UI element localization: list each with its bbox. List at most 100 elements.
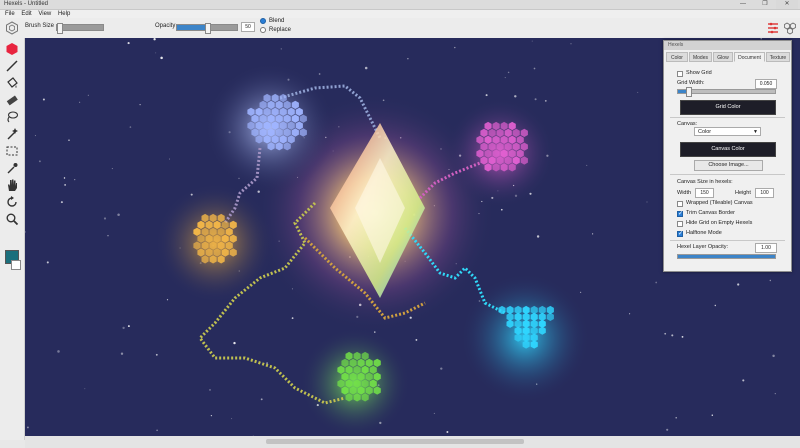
marquee-icon[interactable] xyxy=(5,144,19,158)
blend-radio[interactable] xyxy=(260,18,266,24)
trim-canvas-border-checkbox[interactable] xyxy=(677,210,683,217)
menu-file[interactable]: File xyxy=(5,10,15,18)
hide-grid-empty-checkbox[interactable] xyxy=(677,221,683,227)
star xyxy=(655,281,658,284)
title-bar: Hexels - Untitled — ❐ ✕ xyxy=(0,0,800,10)
star xyxy=(629,313,631,315)
eraser-icon[interactable] xyxy=(5,93,19,107)
star xyxy=(485,94,488,97)
line-icon[interactable] xyxy=(5,59,19,73)
lasso-icon[interactable] xyxy=(5,110,19,124)
height-field[interactable]: 100 xyxy=(755,188,774,198)
wrapped-canvas-checkbox[interactable] xyxy=(677,201,683,207)
opacity-value-field[interactable]: 50 xyxy=(241,22,255,32)
secondary-color-swatch[interactable] xyxy=(11,260,21,270)
hand-icon[interactable] xyxy=(5,178,19,192)
star xyxy=(231,418,233,420)
layer-opacity-label: Hexel Layer Opacity: xyxy=(677,244,729,250)
opacity-slider[interactable] xyxy=(176,23,238,34)
tab-modes[interactable]: Modes xyxy=(689,52,712,62)
star xyxy=(129,126,132,128)
canvas-mode-select[interactable]: Color ▼ xyxy=(694,127,761,136)
star xyxy=(57,350,60,353)
tools-sidebar xyxy=(0,38,25,440)
star xyxy=(446,431,449,433)
halftone-mode-checkbox[interactable] xyxy=(677,230,683,237)
star xyxy=(168,158,170,160)
grid-width-slider[interactable] xyxy=(677,87,776,97)
menu-edit[interactable]: Edit xyxy=(21,10,31,18)
star xyxy=(586,164,588,166)
document-panel: Hexels Color Modes Glow Document Texture… xyxy=(663,40,792,272)
star xyxy=(533,67,536,70)
maximize-button[interactable]: ❐ xyxy=(754,0,776,9)
opacity-slider-thumb[interactable] xyxy=(205,23,211,34)
panel-tabs: Color Modes Glow Document Texture xyxy=(664,52,791,62)
halftone-mode-label: Halftone Mode xyxy=(686,230,722,236)
star xyxy=(291,317,294,319)
eyedropper-icon[interactable] xyxy=(5,161,19,175)
star xyxy=(25,231,26,233)
separator xyxy=(670,174,785,175)
magic-wand-icon[interactable] xyxy=(5,127,19,141)
tab-texture[interactable]: Texture xyxy=(766,52,790,62)
layer-opacity-slider[interactable] xyxy=(677,254,776,259)
show-grid-checkbox[interactable] xyxy=(677,71,683,77)
hex-grid-icon[interactable] xyxy=(783,21,797,35)
star xyxy=(60,201,63,204)
star xyxy=(504,77,506,79)
star xyxy=(117,213,120,217)
star xyxy=(454,46,456,49)
menu-view[interactable]: View xyxy=(38,10,51,18)
opacity-label: Opacity xyxy=(155,23,176,29)
sliders-icon[interactable] xyxy=(766,21,780,35)
star xyxy=(233,341,236,345)
rotate-icon[interactable] xyxy=(5,195,19,209)
tab-document[interactable]: Document xyxy=(734,52,765,62)
star xyxy=(714,304,717,307)
canvas-color-button[interactable]: Canvas Color xyxy=(680,142,776,157)
close-button[interactable]: ✕ xyxy=(776,0,798,9)
grid-width-field[interactable]: 0.050 xyxy=(755,79,777,89)
star xyxy=(120,352,124,355)
grid-color-button[interactable]: Grid Color xyxy=(680,100,776,115)
panel-title: Hexels xyxy=(664,41,791,50)
star xyxy=(103,217,107,220)
horizontal-scrollbar-thumb[interactable] xyxy=(266,439,524,444)
brush-size-slider[interactable] xyxy=(56,23,104,34)
star xyxy=(166,299,169,301)
layer-opacity-slider-fill xyxy=(678,255,775,258)
opacity-slider-fill xyxy=(177,25,207,30)
tab-color[interactable]: Color xyxy=(666,52,688,62)
star xyxy=(507,71,510,74)
star xyxy=(646,201,648,203)
star xyxy=(772,354,775,358)
star xyxy=(664,332,667,335)
choose-image-button[interactable]: Choose Image... xyxy=(694,160,763,171)
star xyxy=(500,208,503,211)
magnifier-icon[interactable] xyxy=(5,212,19,226)
star xyxy=(34,135,36,137)
tab-glow[interactable]: Glow xyxy=(713,52,733,62)
minimize-button[interactable]: — xyxy=(732,0,754,9)
star xyxy=(570,43,572,45)
star xyxy=(681,335,684,338)
width-field[interactable]: 150 xyxy=(695,188,714,198)
hexagon-icon[interactable] xyxy=(5,42,19,56)
grid-width-slider-thumb[interactable] xyxy=(685,87,692,97)
brush-size-label: Brush Size xyxy=(25,23,55,29)
star xyxy=(536,235,540,238)
brush-size-thumb[interactable] xyxy=(57,23,63,34)
layer-opacity-field[interactable]: 1.00 xyxy=(755,243,777,253)
star xyxy=(74,178,76,181)
star xyxy=(63,177,66,179)
menu-help[interactable]: Help xyxy=(58,10,70,18)
star xyxy=(46,261,49,264)
horizontal-scrollbar[interactable] xyxy=(25,436,800,448)
star xyxy=(127,325,130,328)
replace-radio[interactable] xyxy=(260,27,266,33)
separator xyxy=(670,240,785,241)
paint-bucket-icon[interactable] xyxy=(5,76,19,90)
window-title: Hexels - Untitled xyxy=(4,1,49,7)
star xyxy=(155,353,158,356)
